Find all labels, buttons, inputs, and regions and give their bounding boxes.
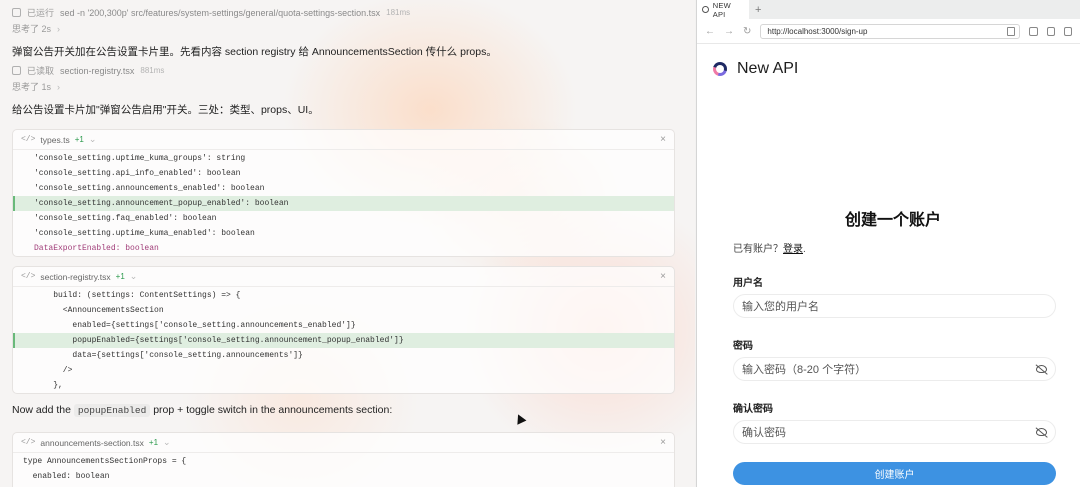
code-line: data={settings['console_setting.announce…: [34, 351, 303, 360]
thinking-label: 思考了 1s: [12, 82, 52, 92]
code-card-header[interactable]: </> section-registry.tsx +1 ⌄ ×: [13, 267, 674, 287]
close-icon[interactable]: ×: [660, 271, 666, 282]
chevron-down-icon: ⌄: [129, 271, 138, 281]
run-command: sed -n '200,300p' src/features/system-se…: [60, 7, 381, 18]
create-account-button[interactable]: 创建账户: [733, 462, 1056, 485]
page-title: 创建一个账户: [844, 212, 941, 229]
brand-header[interactable]: New API: [713, 60, 798, 78]
code-card-filename: announcements-section.tsx: [40, 437, 144, 448]
chevron-right-icon: ›: [57, 81, 61, 92]
code-line: enabled: boolean: [23, 472, 110, 481]
login-link[interactable]: 登录: [783, 244, 803, 255]
signup-form: 创建一个账户 已有账户？登录. 用户名 输入您的用户名 密码 输入密码（8-20…: [733, 206, 1056, 485]
code-icon: </>: [21, 135, 36, 144]
address-bar-row: ← → ↻ http://localhost:3000/sign-up: [697, 19, 1080, 44]
code-card-filename: types.ts: [40, 134, 70, 145]
thinking-row[interactable]: 思考了 2s ›: [12, 22, 60, 35]
code-line: 'console_setting.uptime_kuma_groups': st…: [34, 154, 246, 163]
agent-chat-panel: 已运行 sed -n '200,300p' src/features/syste…: [0, 0, 695, 487]
code-line: type AnnouncementsSectionProps = {: [23, 457, 187, 466]
reload-icon[interactable]: ↻: [743, 26, 751, 37]
password-field[interactable]: 输入密码（8-20 个字符）: [733, 357, 1056, 381]
code-line: 'console_setting.faq_enabled': boolean: [34, 214, 217, 223]
assistant-message: 给公告设置卡片加"弹窗公告启用"开关。三处：类型、props、UI。: [12, 104, 319, 116]
close-icon[interactable]: ×: [660, 437, 666, 448]
assistant-message: 弹窗公告开关加在公告设置卡片里。先看内容 section registry 给 …: [12, 46, 497, 58]
diff-count: +1: [74, 135, 84, 144]
code-line: 'console_setting.api_info_enabled': bool…: [34, 169, 241, 178]
password-placeholder: 输入密码（8-20 个字符）: [742, 364, 867, 376]
diff-count: +1: [148, 438, 159, 447]
url-text: http://localhost:3000/sign-up: [767, 26, 868, 36]
confirm-password-placeholder: 确认密码: [742, 427, 786, 439]
close-icon[interactable]: ×: [660, 134, 666, 145]
eye-off-icon[interactable]: [1036, 428, 1047, 436]
code-diff-card: </> section-registry.tsx +1 ⌄ × build: (…: [12, 266, 675, 394]
back-icon[interactable]: ←: [705, 26, 715, 37]
screenshot-icon[interactable]: [1029, 26, 1038, 36]
chevron-right-icon: ›: [57, 23, 61, 34]
run-duration: 181ms: [386, 8, 411, 17]
code-icon: </>: [21, 272, 36, 281]
code-card-filename: section-registry.tsx: [40, 271, 111, 282]
code-diff-card: </> types.ts +1 ⌄ × 'console_setting.upt…: [12, 129, 675, 257]
copy-icon[interactable]: [1007, 26, 1016, 36]
login-prompt-text: 已有账户？: [733, 244, 783, 255]
code-line: 'console_setting.uptime_kuma_enabled': b…: [34, 229, 255, 238]
external-window-icon[interactable]: [1063, 26, 1072, 36]
message-text: Now add the: [12, 404, 74, 416]
run-label: 已运行: [27, 8, 55, 18]
login-prompt: 已有账户？登录.: [733, 240, 1056, 255]
browser-tab[interactable]: NEW API: [697, 0, 749, 19]
read-duration: 881ms: [140, 66, 165, 75]
read-label: 已读取: [27, 66, 55, 76]
mouse-cursor-icon: [513, 412, 527, 425]
inline-code: popupEnabled: [73, 404, 151, 417]
read-file: section-registry.tsx: [60, 65, 135, 76]
forward-icon[interactable]: →: [724, 26, 734, 37]
code-line-added: 'console_setting.announcement_popup_enab…: [13, 196, 674, 211]
confirm-password-field[interactable]: 确认密码: [733, 420, 1056, 444]
thinking-row[interactable]: 思考了 1s ›: [12, 80, 60, 93]
eye-off-icon[interactable]: [1036, 365, 1047, 373]
username-label: 用户名: [733, 278, 763, 289]
code-line: 'console_setting.announcements_enabled':…: [34, 184, 265, 193]
code-line: DataExportEnabled: boolean: [34, 244, 159, 253]
brand-logo-icon: [713, 62, 727, 76]
browser-window: NEW API + ← → ↻ http://localhost:3000/si…: [696, 0, 1080, 487]
file-icon: [12, 66, 21, 75]
code-line-added: popupEnabled={settings['console_setting.…: [13, 333, 674, 348]
code-line: enabled={settings['console_setting.annou…: [34, 321, 356, 330]
tab-title: NEW API: [712, 0, 731, 19]
diff-count: +1: [115, 272, 125, 281]
new-tab-button[interactable]: +: [749, 4, 767, 19]
chevron-down-icon: ⌄: [88, 134, 97, 144]
url-input[interactable]: http://localhost:3000/sign-up: [760, 23, 1021, 39]
code-line: <AnnouncementsSection: [34, 306, 164, 315]
chevron-down-icon: ⌄: [163, 437, 171, 447]
code-icon: </>: [21, 438, 36, 447]
password-label: 密码: [733, 341, 753, 352]
terminal-icon: [12, 8, 21, 17]
code-line: },: [34, 381, 63, 390]
devtools-icon[interactable]: [1046, 26, 1055, 36]
login-suffix: .: [803, 244, 806, 255]
username-field[interactable]: 输入您的用户名: [733, 294, 1056, 318]
username-placeholder: 输入您的用户名: [742, 301, 819, 313]
code-diff-card: </> announcements-section.tsx +1 ⌄ × typ…: [12, 432, 675, 487]
file-read-row[interactable]: 已读取 section-registry.tsx 881ms: [12, 64, 164, 77]
code-line: build: (settings: ContentSettings) => {: [34, 291, 241, 300]
thinking-label: 思考了 2s: [12, 24, 52, 34]
code-card-header[interactable]: </> types.ts +1 ⌄ ×: [13, 130, 674, 150]
confirm-password-label: 确认密码: [733, 404, 773, 415]
command-run-row[interactable]: 已运行 sed -n '200,300p' src/features/syste…: [12, 6, 410, 19]
message-text: prop + toggle switch in the announcement…: [150, 404, 393, 416]
tab-favicon-icon: [702, 6, 709, 13]
browser-tab-bar: NEW API +: [697, 0, 1080, 19]
brand-name: New API: [737, 60, 799, 77]
code-line: />: [34, 366, 73, 375]
assistant-message: Now add the popupEnabled prop + toggle s…: [12, 404, 393, 417]
code-card-header[interactable]: </> announcements-section.tsx +1 ⌄ ×: [13, 433, 674, 453]
